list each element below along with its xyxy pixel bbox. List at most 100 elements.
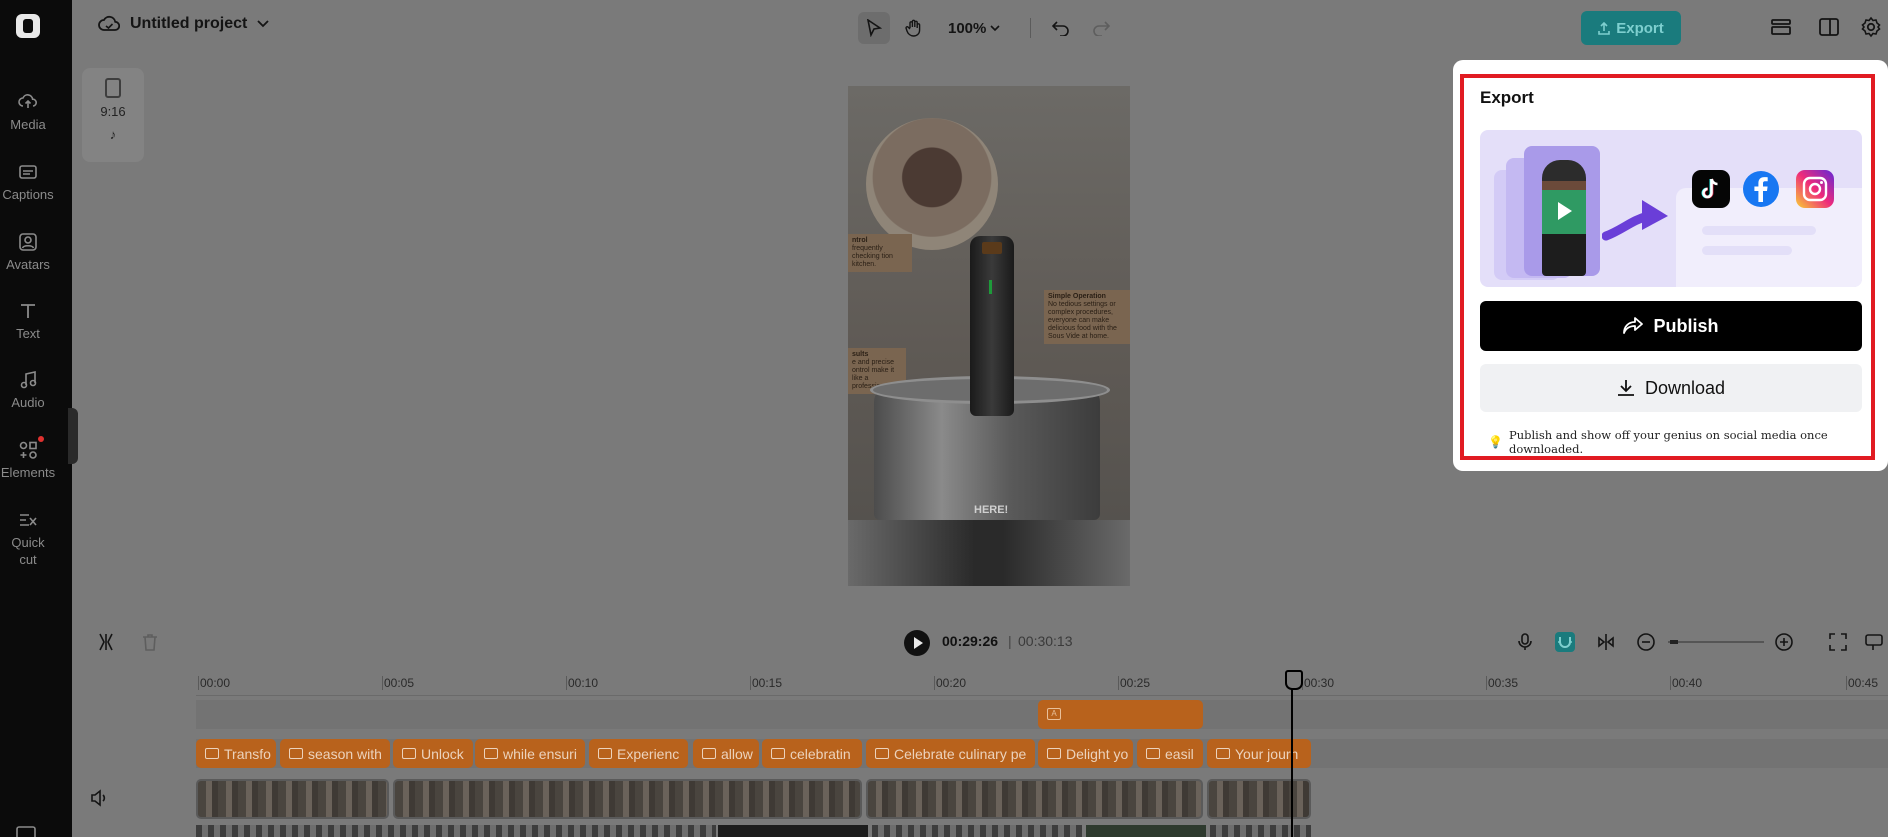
elements-icon <box>19 441 37 459</box>
fullscreen-icon[interactable] <box>1828 632 1848 652</box>
hand-tool-button[interactable] <box>898 12 930 44</box>
sidebar-item-quick-cut[interactable]: Quick cut <box>0 510 56 568</box>
zoom-in-icon[interactable] <box>1774 632 1794 652</box>
caption-clip-label: Delight yo <box>1066 745 1129 762</box>
select-tool-button[interactable] <box>858 12 890 44</box>
caption-clip-icon <box>402 748 416 759</box>
microphone-icon[interactable] <box>1515 632 1535 652</box>
delete-icon[interactable] <box>140 632 160 652</box>
chevron-down-icon <box>990 24 1000 31</box>
sidebar-collapse-handle[interactable] <box>68 408 78 464</box>
sidebar-item-captions[interactable]: Captions <box>0 162 56 203</box>
export-button[interactable]: Export <box>1581 11 1681 45</box>
download-icon <box>1617 380 1634 396</box>
playhead[interactable] <box>1285 670 1303 837</box>
caption-clip[interactable]: allow <box>693 739 759 768</box>
sidebar-item-media[interactable]: Media <box>0 92 56 133</box>
settings-gear-icon[interactable] <box>1860 16 1882 38</box>
layout-panel-icon[interactable] <box>1818 16 1840 38</box>
play-icon <box>1558 202 1572 220</box>
app-logo[interactable] <box>16 14 40 38</box>
caption-clip[interactable]: easil <box>1137 739 1203 768</box>
current-time: 00:29:26 <box>942 633 999 649</box>
tiktok-icon <box>1692 170 1730 208</box>
split-icon[interactable] <box>96 632 116 652</box>
tiktok-small-icon: ♪ <box>109 127 117 142</box>
caption-clip[interactable]: season with <box>280 739 390 768</box>
cloud-upload-icon <box>18 94 37 108</box>
ruler-tick: 00:25 <box>1117 676 1151 690</box>
caption-clip-icon <box>289 748 303 759</box>
facebook-icon <box>1742 170 1780 208</box>
broll-clip[interactable] <box>1210 825 1311 837</box>
undo-icon <box>1052 21 1070 36</box>
ruler-tick: 00:35 <box>1485 676 1519 690</box>
sidebar-item-label: Text <box>16 326 40 341</box>
volume-icon[interactable] <box>89 788 109 808</box>
cursor-icon <box>866 19 882 37</box>
zoom-out-icon[interactable] <box>1636 632 1656 652</box>
zoom-slider[interactable] <box>1668 641 1764 643</box>
quick-cut-icon <box>20 514 37 526</box>
zoom-dropdown[interactable]: 100% <box>948 20 1000 37</box>
timeline-ruler[interactable]: 00:00 00:05 00:10 00:15 00:20 00:25 00:3… <box>196 674 1888 696</box>
undo-button[interactable] <box>1045 12 1077 44</box>
upload-icon <box>1598 21 1611 35</box>
sidebar-item-text[interactable]: Text <box>0 301 56 342</box>
broll-clip[interactable] <box>1086 825 1206 837</box>
sidebar-item-label: Captions <box>2 187 54 202</box>
aspect-ratio-value: 9:16 <box>100 104 126 119</box>
device-screen <box>982 242 1002 254</box>
caption-clip[interactable]: Transfo <box>196 739 276 768</box>
callout-title: sults <box>852 351 869 358</box>
video-clip[interactable] <box>1207 779 1311 819</box>
total-time: 00:30:13 <box>1018 633 1073 649</box>
avatar-circle <box>866 118 998 250</box>
caption-clip-label: allow <box>721 745 753 762</box>
broll-clip[interactable] <box>872 825 1082 837</box>
export-illustration <box>1480 130 1862 287</box>
callout-right: Simple Operation No tedious settings or … <box>1044 290 1130 344</box>
zoom-slider-knob[interactable] <box>1670 640 1678 644</box>
stack-icon[interactable] <box>1770 16 1792 38</box>
ruler-tick: 00:20 <box>933 676 967 690</box>
callout-left-top: ntrol frequently checking tion kitchen. <box>848 234 912 272</box>
broll-clip[interactable] <box>196 825 716 837</box>
video-clip[interactable] <box>866 779 1203 819</box>
aspect-ratio-card[interactable]: 9:16 ♪ <box>82 68 144 162</box>
download-button[interactable]: Download <box>1480 364 1862 412</box>
broll-clip[interactable] <box>718 825 868 837</box>
caption-clip[interactable]: Experienc <box>589 739 688 768</box>
sidebar-item-elements[interactable]: Elements <box>0 440 56 481</box>
overlay-text: HERE! <box>974 504 1009 516</box>
redo-button[interactable] <box>1085 12 1117 44</box>
caption-clip-icon <box>1146 748 1160 759</box>
publish-button[interactable]: Publish <box>1480 301 1862 351</box>
sidebar-item-avatars[interactable]: Avatars <box>0 232 56 273</box>
caption-clip[interactable]: while ensuri <box>475 739 585 768</box>
video-clip[interactable] <box>196 779 389 819</box>
video-preview[interactable]: ntrol frequently checking tion kitchen. … <box>848 86 1130 586</box>
project-title-group[interactable]: Untitled project <box>98 15 269 33</box>
text-clip-icon: A <box>1047 708 1061 720</box>
caption-clip-icon <box>702 748 716 759</box>
text-clip[interactable]: A <box>1038 700 1203 729</box>
caption-clip[interactable]: Celebrate culinary pe <box>866 739 1035 768</box>
video-clip[interactable] <box>393 779 862 819</box>
caption-clip-label: Your journ <box>1235 745 1299 762</box>
caption-clip[interactable]: Delight yo <box>1038 739 1133 768</box>
play-button[interactable] <box>904 630 930 656</box>
comment-icon[interactable] <box>1864 632 1884 652</box>
split-link-icon[interactable] <box>1596 632 1616 652</box>
project-title: Untitled project <box>130 15 248 32</box>
caption-clip[interactable]: Unlock <box>393 739 473 768</box>
sidebar-item-audio[interactable]: Audio <box>0 370 56 411</box>
caption-clip-label: while ensuri <box>503 745 577 762</box>
grid-icon[interactable] <box>16 826 36 837</box>
caption-clip[interactable]: celebratin <box>762 739 862 768</box>
caption-clip-label: Unlock <box>421 745 464 762</box>
captions-icon <box>19 165 37 179</box>
canvas-tools: 100% <box>858 12 1117 44</box>
caption-clip[interactable]: Your journ <box>1207 739 1311 768</box>
magnet-snap-icon[interactable] <box>1555 632 1575 652</box>
